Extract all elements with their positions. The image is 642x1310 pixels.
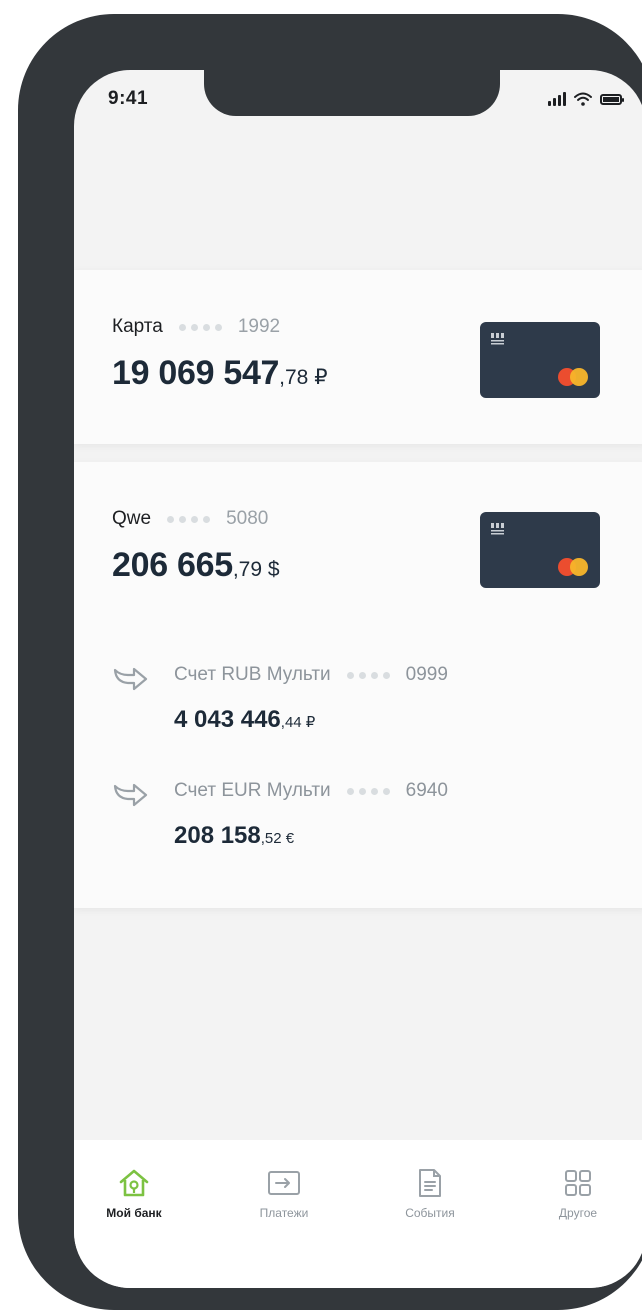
linked-account-arrow-icon [113,667,148,691]
masked-dots [346,671,390,679]
balance-main: 19 069 547 [112,354,280,392]
balance-cents: ,78 ₽ [279,366,328,389]
bank-card-thumbnail[interactable] [480,512,600,588]
account-label: Qwe [112,508,152,529]
account-balance: 206 665,79 $ [112,546,280,585]
payments-icon [268,1171,300,1195]
account-card-karta[interactable]: Карта 1992 19 069 547,78 ₽ [74,270,642,444]
bank-card-thumbnail[interactable] [480,322,600,398]
status-icons [548,92,624,106]
balance-main: 4 043 446 [174,706,281,733]
balance-cents: ,44 ₽ [280,714,316,731]
balance-main: 208 158 [174,822,261,849]
account-number: 1992 [237,316,281,337]
balance-cents: ,79 $ [232,558,280,581]
bottom-tab-bar: Мой банк Платежи События Другое [74,1140,642,1288]
tab-payments[interactable]: Платежи [224,1168,344,1220]
tab-label: События [405,1206,455,1220]
masked-dots [167,515,211,523]
card-logo-icon [491,523,504,535]
mastercard-icon [558,558,588,576]
sub-account-number: 6940 [405,780,448,801]
sub-account-number: 0999 [405,664,448,685]
tab-my-bank[interactable]: Мой банк [74,1168,194,1220]
account-number: 5080 [226,508,269,529]
masked-dots [178,323,222,331]
account-label: Карта [112,316,163,337]
home-icon [119,1169,149,1197]
mastercard-icon [558,368,588,386]
linked-account-arrow-icon [113,783,148,807]
battery-icon [600,93,624,105]
sub-account-label-row: Счет EUR Мульти 6940 [174,780,448,802]
phone-frame: 9:41 Карта 1992 19 069 547,78 ₽ Qwe 5080… [18,14,642,1310]
masked-dots [346,787,390,795]
app-screen: 9:41 Карта 1992 19 069 547,78 ₽ Qwe 5080… [74,70,642,1288]
card-logo-icon [491,333,504,345]
tab-other[interactable]: Другое [518,1168,638,1220]
status-time: 9:41 [108,88,149,109]
wifi-icon [574,92,592,106]
account-balance: 19 069 547,78 ₽ [112,354,328,393]
sub-account-label: Счет EUR Мульти [174,780,331,801]
document-icon [419,1169,441,1197]
balance-cents: ,52 € [260,830,295,847]
sub-account-balance: 208 158,52 € [174,822,294,850]
sub-account-label: Счет RUB Мульти [174,664,331,685]
tab-label: Платежи [259,1206,309,1220]
sub-account-label-row: Счет RUB Мульти 0999 [174,664,448,686]
balance-main: 206 665 [112,546,233,584]
grid-icon [565,1170,591,1196]
account-label-row: Qwe 5080 [112,508,268,530]
tab-events[interactable]: События [370,1168,490,1220]
sub-account-balance: 4 043 446,44 ₽ [174,706,315,734]
signal-icon [548,92,566,106]
account-card-qwe[interactable]: Qwe 5080 206 665,79 $ Счет RUB Мульти 09… [74,462,642,908]
tab-label: Мой банк [106,1206,162,1220]
phone-notch [204,70,500,116]
tab-label: Другое [558,1206,598,1220]
account-label-row: Карта 1992 [112,316,280,338]
